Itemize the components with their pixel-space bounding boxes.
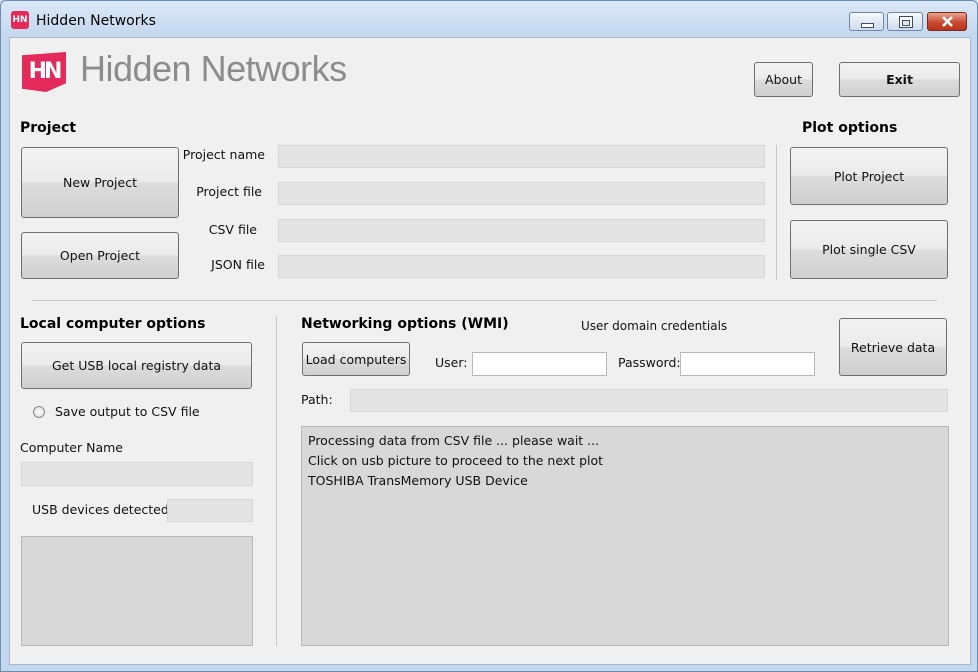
json-file-label: JSON file	[211, 257, 265, 272]
output-line: Processing data from CSV file ... please…	[308, 433, 600, 448]
local-options-header: Local computer options	[20, 316, 206, 332]
project-header: Project	[20, 120, 77, 136]
section-divider	[32, 300, 937, 301]
local-network-divider	[276, 316, 277, 646]
project-name-label: Project name	[182, 147, 265, 162]
new-project-button[interactable]: New Project	[21, 147, 179, 218]
project-file-label: Project file	[196, 184, 262, 199]
project-name-field[interactable]	[278, 145, 765, 168]
close-button[interactable]	[927, 12, 967, 31]
load-computers-button[interactable]: Load computers	[302, 342, 410, 376]
minimize-button[interactable]	[849, 12, 884, 31]
maximize-icon	[899, 16, 913, 28]
exit-button[interactable]: Exit	[839, 62, 960, 97]
computer-name-field[interactable]	[21, 462, 253, 486]
logo-mark: HN	[22, 52, 66, 92]
about-button[interactable]: About	[754, 62, 813, 97]
user-label: User:	[435, 355, 468, 370]
minimize-icon	[861, 23, 874, 28]
usb-detected-label: USB devices detected:	[32, 502, 174, 517]
get-usb-registry-button[interactable]: Get USB local registry data	[21, 342, 252, 389]
json-file-field[interactable]	[278, 255, 765, 278]
title-bar[interactable]: HN Hidden Networks	[1, 1, 977, 37]
networking-header: Networking options (WMI)	[301, 316, 509, 332]
plot-options-header: Plot options	[802, 120, 898, 136]
password-label: Password:	[618, 355, 681, 370]
window-title: Hidden Networks	[36, 13, 156, 29]
save-csv-label: Save output to CSV file	[55, 404, 200, 419]
output-line: Click on usb picture to proceed to the n…	[308, 453, 604, 468]
plot-single-csv-button[interactable]: Plot single CSV	[790, 220, 948, 279]
project-plot-divider	[776, 145, 777, 280]
output-line: TOSHIBA TransMemory USB Device	[308, 473, 528, 488]
retrieve-data-button[interactable]: Retrieve data	[839, 318, 947, 376]
maximize-button[interactable]	[887, 12, 923, 31]
open-project-button[interactable]: Open Project	[21, 232, 179, 279]
csv-file-label: CSV file	[208, 222, 257, 237]
project-file-field[interactable]	[278, 182, 765, 205]
logo-text: Hidden Networks	[80, 48, 347, 89]
password-input[interactable]	[680, 352, 815, 376]
radio-icon[interactable]	[33, 406, 45, 418]
computer-name-label: Computer Name	[20, 440, 123, 455]
path-field[interactable]	[350, 389, 948, 412]
usb-detected-field[interactable]	[167, 499, 253, 522]
app-icon: HN	[11, 11, 29, 29]
path-label: Path:	[301, 392, 333, 407]
user-input[interactable]	[472, 352, 607, 376]
credentials-label: User domain credentials	[581, 319, 728, 333]
csv-file-field[interactable]	[278, 219, 765, 242]
output-console[interactable]: Processing data from CSV file ... please…	[301, 426, 949, 646]
close-icon	[942, 16, 953, 27]
plot-project-button[interactable]: Plot Project	[790, 147, 948, 205]
usb-devices-list[interactable]	[21, 536, 253, 646]
